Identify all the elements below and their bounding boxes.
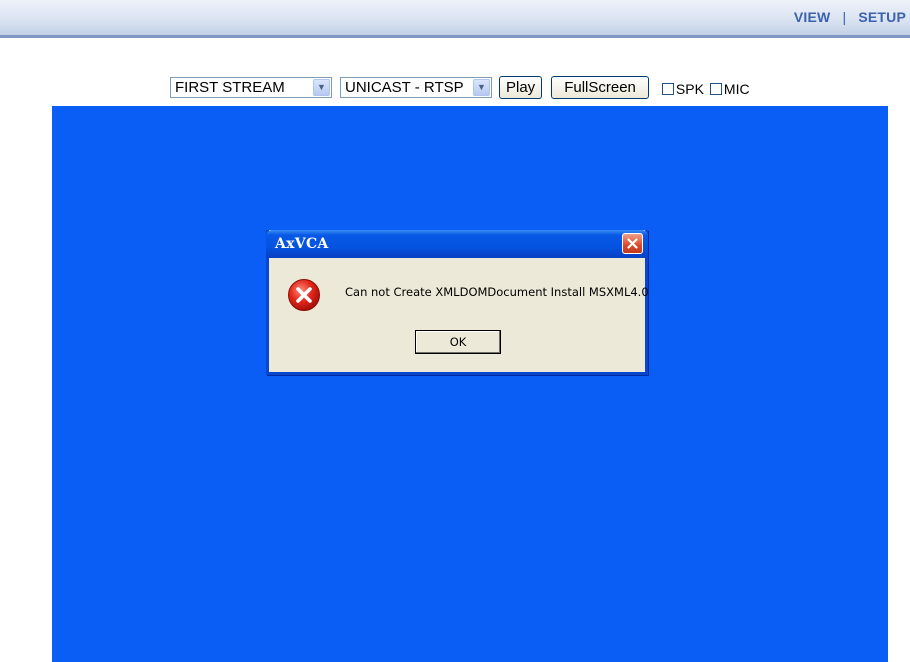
top-nav-links: VIEW | SETUP [794, 9, 906, 25]
chevron-down-icon[interactable]: ▼ [473, 78, 490, 96]
mic-checkbox[interactable] [709, 83, 722, 95]
stream-controls: FIRST STREAM ▼ UNICAST - RTSP ▼ Play Ful… [170, 74, 750, 100]
close-icon[interactable] [622, 233, 643, 254]
spk-checkbox[interactable] [661, 83, 674, 95]
mic-label: MIC [723, 81, 750, 97]
setup-link[interactable]: SETUP [858, 9, 906, 25]
dialog-titlebar[interactable]: AxVCA [266, 230, 648, 258]
error-message: Can not Create XMLDOMDocument Install MS… [345, 285, 649, 299]
play-button[interactable]: Play [499, 75, 543, 99]
mode-select-value: UNICAST - RTSP [345, 78, 464, 96]
spk-label: SPK [675, 81, 704, 97]
spk-checkbox-group: SPK [661, 81, 704, 97]
chevron-down-icon[interactable]: ▼ [313, 78, 330, 96]
nav-separator: | [842, 9, 847, 25]
dialog-title: AxVCA [275, 236, 329, 252]
ok-button[interactable]: OK [415, 330, 501, 354]
stream-select-value: FIRST STREAM [175, 78, 285, 96]
error-dialog: AxVCA Can not Create XMLDOMDocument Inst… [266, 230, 649, 375]
stream-select[interactable]: FIRST STREAM ▼ [170, 76, 332, 98]
fullscreen-button[interactable]: FullScreen [551, 75, 649, 99]
mode-select[interactable]: UNICAST - RTSP ▼ [340, 76, 492, 98]
top-navigation-bar: VIEW | SETUP [0, 0, 910, 38]
video-viewport[interactable] [52, 106, 888, 662]
view-link[interactable]: VIEW [794, 9, 831, 25]
mic-checkbox-group: MIC [709, 81, 750, 97]
error-icon [287, 278, 321, 312]
